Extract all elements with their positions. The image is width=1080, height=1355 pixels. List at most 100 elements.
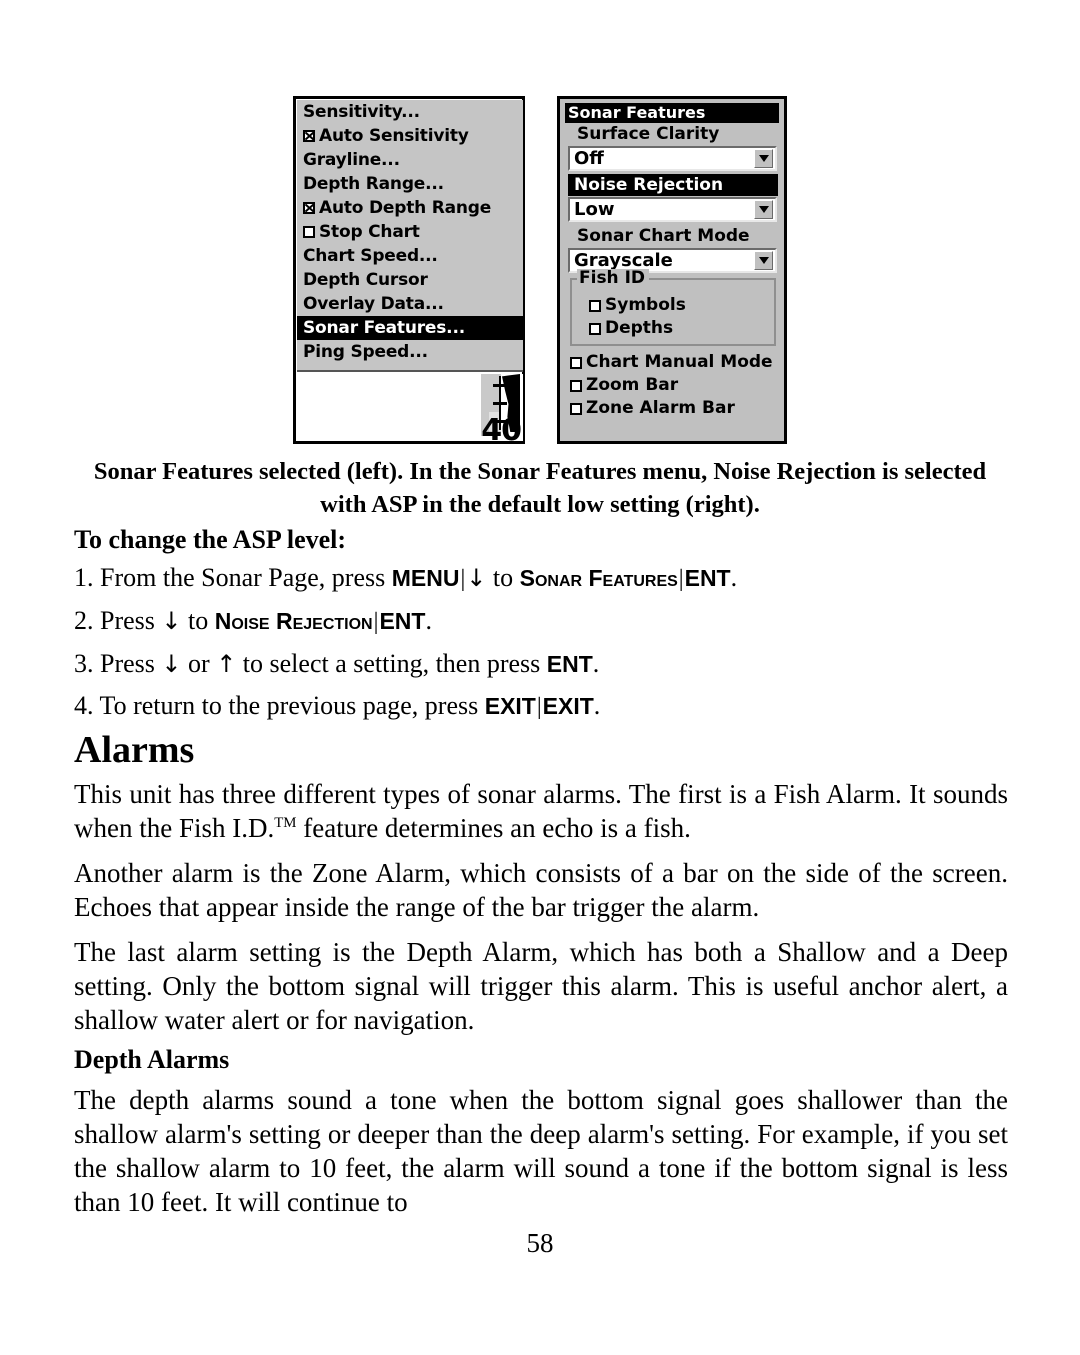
figure-caption: Sonar Features selected (left). In the S… (93, 458, 987, 518)
step-2: 2. Press ↓ to Noise Rejection|ENT. (74, 606, 432, 635)
menu-target-sonar-features: Sonar Features (519, 565, 678, 591)
checkbox-row-zone-alarm-bar[interactable]: Zone Alarm Bar (565, 397, 779, 420)
menu-item-depth-cursor[interactable]: Depth Cursor (297, 268, 523, 292)
paragraph-text: feature determines an echo is a fish. (296, 813, 691, 843)
menu-item-label: Grayline... (303, 150, 400, 170)
fish-id-group-legend: Fish ID (577, 269, 650, 287)
sonar-features-title: Sonar Features (565, 103, 779, 123)
step-text: To return to the previous page, press (99, 691, 479, 720)
checkbox-label: Symbols (605, 295, 686, 315)
checkbox-empty-icon[interactable] (589, 322, 601, 335)
sonar-main-menu-screenshot: Sensitivity... Auto Sensitivity Grayline… (293, 96, 525, 444)
checkbox-empty-icon[interactable] (570, 356, 582, 369)
arrow-down-icon: ↓ (161, 607, 182, 635)
step-text: to select a setting, then press (242, 649, 541, 678)
menu-item-grayline[interactable]: Grayline... (297, 148, 523, 172)
page-number: 58 (526, 1228, 554, 1258)
trademark-symbol: TM (274, 815, 297, 831)
checkbox-empty-icon[interactable] (570, 402, 582, 415)
step-text: to (188, 606, 209, 635)
checkbox-empty-icon[interactable] (570, 379, 582, 392)
step-4: 4. To return to the previous page, press… (74, 691, 601, 720)
step-number: 1. (74, 563, 94, 592)
key-exit: EXIT (542, 693, 594, 719)
checkbox-empty-icon[interactable] (589, 299, 601, 312)
step-text: or (188, 649, 210, 678)
heading-change-asp-level: To change the ASP level: (74, 525, 347, 554)
menu-item-auto-depth-range[interactable]: Auto Depth Range (297, 196, 523, 220)
heading-depth-alarms: Depth Alarms (74, 1045, 230, 1074)
step-1: 1. From the Sonar Page, press MENU|↓ to … (74, 563, 738, 592)
period: . (592, 649, 600, 678)
paragraph-zone-alarm: Another alarm is the Zone Alarm, which c… (74, 858, 1008, 922)
period: . (730, 563, 738, 592)
checkbox-row-zoom-bar[interactable]: Zoom Bar (565, 374, 779, 397)
menu-item-overlay-data[interactable]: Overlay Data... (297, 292, 523, 316)
sonar-chart-strip: 40 (297, 374, 523, 441)
checkbox-label: Zoom Bar (586, 375, 679, 395)
checkbox-label: Zone Alarm Bar (586, 398, 735, 418)
chevron-down-icon[interactable] (754, 149, 773, 168)
step-text: to (492, 563, 514, 592)
key-ent: ENT (379, 608, 426, 634)
figure-screenshots: Sensitivity... Auto Sensitivity Grayline… (0, 88, 1080, 450)
chevron-down-icon[interactable] (754, 251, 773, 270)
menu-item-label: Auto Sensitivity (319, 126, 469, 146)
chevron-down-icon[interactable] (754, 200, 773, 219)
menu-item-label: Depth Range... (303, 174, 444, 194)
step-3: 3. Press ↓ or ↑ to select a setting, the… (74, 647, 599, 681)
checkbox-row-chart-manual-mode[interactable]: Chart Manual Mode (565, 351, 779, 374)
checkbox-checked-icon[interactable] (303, 130, 315, 142)
checkbox-row-depths[interactable]: Depths (576, 317, 770, 340)
menu-item-chart-speed[interactable]: Chart Speed... (297, 244, 523, 268)
menu-item-depth-range[interactable]: Depth Range... (297, 172, 523, 196)
menu-item-auto-sensitivity[interactable]: Auto Sensitivity (297, 124, 523, 148)
field-label-sonar-chart-mode: Sonar Chart Mode (577, 226, 750, 246)
field-label-surface-clarity: Surface Clarity (577, 124, 720, 144)
key-exit: EXIT (484, 693, 536, 719)
sonar-features-menu-screenshot: Sonar Features Surface Clarity Off Noise… (557, 96, 787, 444)
paragraph-alarms-intro: This unit has three different types of s… (74, 777, 1008, 845)
menu-item-ping-speed[interactable]: Ping Speed... (297, 340, 523, 364)
step-number: 2. (74, 606, 94, 635)
period: . (425, 606, 432, 635)
menu-target-noise-rejection: Noise Rejection (214, 608, 373, 634)
step-text: Press (100, 606, 155, 635)
menu-item-label: Chart Speed... (303, 246, 438, 266)
depth-scale-tick (493, 402, 507, 405)
depth-scale-tick (493, 384, 507, 387)
noise-rejection-dropdown[interactable]: Low (568, 197, 777, 222)
key-menu: MENU (391, 565, 460, 591)
menu-item-label: Sensitivity... (303, 102, 420, 122)
step-number: 3. (74, 649, 94, 678)
menu-item-label: Overlay Data... (303, 294, 444, 314)
surface-clarity-dropdown[interactable]: Off (568, 146, 777, 171)
paragraph-depth-alarm: The last alarm setting is the Depth Alar… (74, 937, 1008, 1035)
key-ent: ENT (546, 651, 593, 677)
menu-item-label: Auto Depth Range (319, 198, 492, 218)
arrow-down-icon: ↓ (466, 564, 487, 592)
sonar-main-menu-list: Sensitivity... Auto Sensitivity Grayline… (297, 100, 523, 372)
arrow-down-icon: ↓ (161, 650, 182, 678)
depth-reading: 40 (481, 413, 522, 442)
menu-item-label: Stop Chart (319, 222, 420, 242)
checkbox-checked-icon[interactable] (303, 202, 315, 214)
menu-item-label: Depth Cursor (303, 270, 428, 290)
menu-item-sonar-features[interactable]: Sonar Features... (297, 316, 523, 340)
step-number: 4. (74, 691, 94, 720)
period: . (593, 691, 601, 720)
arrow-up-icon: ↑ (216, 650, 237, 678)
step-text: Press (100, 649, 155, 678)
heading-alarms: Alarms (74, 729, 195, 771)
noise-rejection-value: Low (574, 199, 615, 220)
menu-item-sensitivity[interactable]: Sensitivity... (297, 100, 523, 124)
menu-item-stop-chart[interactable]: Stop Chart (297, 220, 523, 244)
checkbox-empty-icon[interactable] (303, 226, 315, 238)
checkbox-row-symbols[interactable]: Symbols (576, 294, 770, 317)
field-label-noise-rejection[interactable]: Noise Rejection (568, 174, 778, 196)
checkbox-label: Depths (605, 318, 674, 338)
menu-item-label: Ping Speed... (303, 342, 428, 362)
menu-item-label: Sonar Features... (303, 318, 465, 338)
checkbox-label: Chart Manual Mode (586, 352, 773, 372)
key-ent: ENT (684, 565, 731, 591)
